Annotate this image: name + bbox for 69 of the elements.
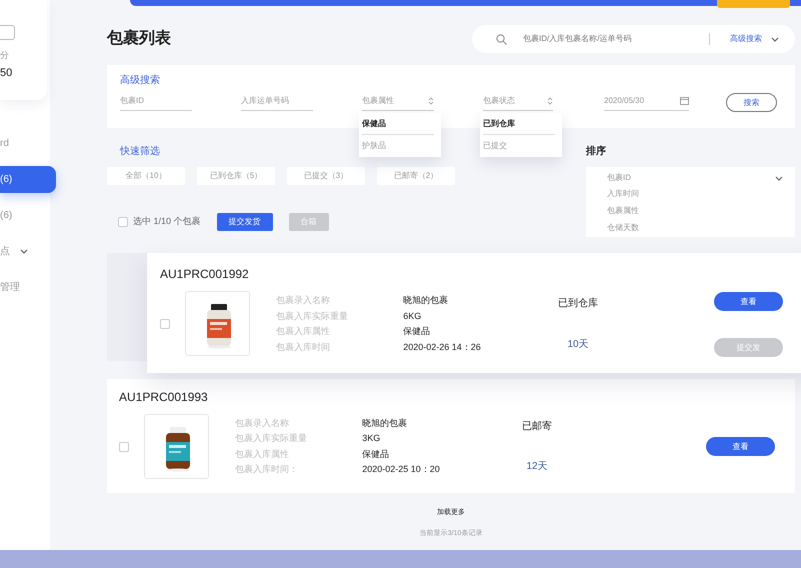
page-title: 包裹列表 [107,28,171,49]
field-value: 晓旭的包裹 [362,416,408,430]
field-value: 晓旭的包裹 [403,294,450,307]
search-field[interactable]: 包裹ID/入库包裹名称/运单号码 高级搜索 [472,25,795,53]
input-field[interactable]: 包裹ID [120,91,192,111]
filter-chip[interactable]: 已提交（3） [287,167,365,185]
checkbox[interactable] [118,217,128,227]
dropdown-option[interactable]: 已提交 [483,135,555,157]
search-icon [496,34,507,44]
sidebar-item[interactable]: (6) [0,202,56,229]
sort-arrows-icon [428,96,434,104]
input-field[interactable] [0,25,15,40]
section-title: 高级搜索 [120,74,161,88]
search-button[interactable]: 搜索 [726,93,777,112]
action-button[interactable] [717,0,790,8]
select-field[interactable]: 包裹属性 [362,91,434,111]
sidebar-item[interactable]: rd [0,130,56,157]
dropdown-option[interactable]: 护肤品 [362,135,434,157]
field-value: 2020-02-26 14：26 [403,340,482,354]
section-title: 排序 [586,144,607,159]
points-value: 50 [0,66,12,81]
filter-chip[interactable]: 已到仓库（5） [197,167,275,185]
chevron-down-icon [20,249,28,254]
section-title: 快速筛选 [120,144,160,159]
field-value: 保健品 [403,325,432,338]
status-text: 已到仓库 [558,296,598,311]
advanced-search-toggle[interactable]: 高级搜索 [709,33,779,45]
storage-days: 12天 [526,459,548,474]
field-value: 3KG [362,432,382,445]
input-field[interactable]: 入库运单号码 [241,91,313,111]
field-label: 包裹录入名称 [235,416,290,430]
field-value: 保健品 [362,448,390,460]
sidebar-item[interactable]: (6) [0,166,56,193]
checkbox[interactable] [160,319,170,329]
checkbox[interactable] [119,442,129,452]
field-label: 包裹入库属性 [276,325,331,338]
filter-chip[interactable]: 已邮寄（2） [377,167,455,185]
select-field[interactable]: 包裹状态 [483,91,553,111]
storage-days: 10天 [567,337,589,352]
points-label: 分 [0,49,9,62]
sidebar-item[interactable]: 点 [0,238,56,265]
sort-select[interactable]: 包裹ID [607,171,783,185]
field-label: 包裹入库时间 [276,340,331,354]
sort-arrows-icon [547,96,553,104]
field-label: 包裹入库实际重量 [235,432,308,445]
filter-chip[interactable]: 全部（10） [107,167,185,185]
status-text: 已邮寄 [522,420,552,434]
sort-option[interactable]: 仓储天数 [607,219,639,236]
field-value: 2020-02-25 10：20 [362,463,441,476]
field-label: 包裹入库时间： [235,463,299,476]
sidebar-item[interactable]: 管理 [0,274,56,301]
field-label: 包裹录入名称 [276,294,331,307]
dropdown-option[interactable]: 已到仓库 [483,113,555,135]
parcel-id: AU1PRC001993 [119,389,209,406]
dropdown-option[interactable]: 保健品 [362,113,434,135]
toolbar-button[interactable]: 提交发货 [216,213,273,231]
parcel-id: AU1PRC001992 [160,266,250,283]
view-button[interactable]: 查看 [706,437,775,456]
field-label: 包裹入库属性 [235,448,290,460]
view-button[interactable]: 查看 [714,292,783,311]
chevron-down-icon [775,176,783,180]
field-label: 包裹入库实际重量 [276,310,349,322]
field-value: 6KG [403,310,422,322]
selection-count: 选中 1/10 个包裹 [133,215,201,228]
calendar-icon [680,96,689,104]
chevron-down-icon [771,36,779,42]
sort-option[interactable]: 入库时间 [607,185,639,202]
date-field[interactable]: 2020/05/30 [604,91,689,111]
sort-option[interactable]: 包裹属性 [607,202,639,219]
